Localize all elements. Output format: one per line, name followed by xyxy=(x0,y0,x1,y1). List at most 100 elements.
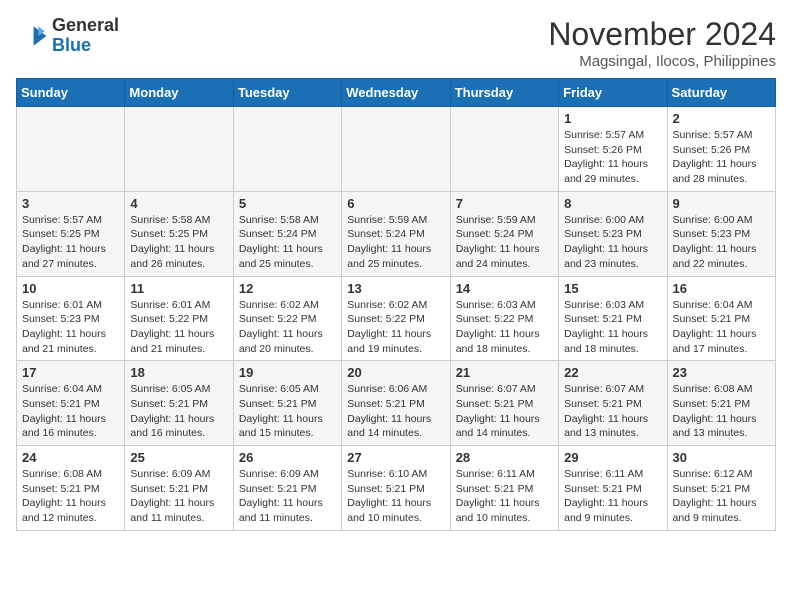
calendar-day: 16 Sunrise: 6:04 AM Sunset: 5:21 PM Dayli… xyxy=(667,276,775,361)
day-info: Sunrise: 6:11 AM Sunset: 5:21 PM Dayligh… xyxy=(456,467,553,526)
day-info: Sunrise: 5:59 AM Sunset: 5:24 PM Dayligh… xyxy=(347,213,444,272)
logo: General Blue xyxy=(16,16,119,56)
day-info: Sunrise: 5:59 AM Sunset: 5:24 PM Dayligh… xyxy=(456,213,553,272)
day-number: 15 xyxy=(564,281,661,296)
month-title: November 2024 xyxy=(548,16,776,53)
calendar-day: 29Sunrise: 6:11 AM Sunset: 5:21 PM Dayli… xyxy=(559,446,667,531)
day-info: Sunrise: 5:57 AM Sunset: 5:25 PM Dayligh… xyxy=(22,213,119,272)
calendar-day: 5 Sunrise: 5:58 AM Sunset: 5:24 PM Daylig… xyxy=(233,191,341,276)
day-info: Sunrise: 6:03 AM Sunset: 5:22 PM Dayligh… xyxy=(456,298,553,357)
day-info: Sunrise: 5:58 AM Sunset: 5:24 PM Dayligh… xyxy=(239,213,336,272)
day-info: Sunrise: 6:10 AM Sunset: 5:21 PM Dayligh… xyxy=(347,467,444,526)
weekday-header: Thursday xyxy=(450,79,558,107)
day-info: Sunrise: 6:09 AM Sunset: 5:21 PM Dayligh… xyxy=(130,467,227,526)
day-info: Sunrise: 6:05 AM Sunset: 5:21 PM Dayligh… xyxy=(239,382,336,441)
weekday-header: Friday xyxy=(559,79,667,107)
calendar-day xyxy=(233,107,341,192)
day-info: Sunrise: 6:06 AM Sunset: 5:21 PM Dayligh… xyxy=(347,382,444,441)
day-number: 21 xyxy=(456,365,553,380)
day-number: 22 xyxy=(564,365,661,380)
day-number: 27 xyxy=(347,450,444,465)
calendar-day xyxy=(450,107,558,192)
logo-general: General xyxy=(52,15,119,35)
calendar-day xyxy=(17,107,125,192)
calendar-day: 17 Sunrise: 6:04 AM Sunset: 5:21 PM Dayli… xyxy=(17,361,125,446)
day-number: 26 xyxy=(239,450,336,465)
day-info: Sunrise: 6:04 AM Sunset: 5:21 PM Dayligh… xyxy=(673,298,770,357)
weekday-header-row: SundayMondayTuesdayWednesdayThursdayFrid… xyxy=(17,79,776,107)
day-info: Sunrise: 6:01 AM Sunset: 5:22 PM Dayligh… xyxy=(130,298,227,357)
logo-icon xyxy=(16,20,48,52)
day-number: 25 xyxy=(130,450,227,465)
logo-blue: Blue xyxy=(52,35,91,55)
calendar-week-row: 3 Sunrise: 5:57 AM Sunset: 5:25 PM Daylig… xyxy=(17,191,776,276)
calendar-day: 21Sunrise: 6:07 AM Sunset: 5:21 PM Dayli… xyxy=(450,361,558,446)
page-header: General Blue November 2024 Magsingal, Il… xyxy=(16,16,776,70)
calendar-day: 26 Sunrise: 6:09 AM Sunset: 5:21 PM Dayli… xyxy=(233,446,341,531)
day-number: 13 xyxy=(347,281,444,296)
calendar-day: 1 Sunrise: 5:57 AM Sunset: 5:26 PM Daylig… xyxy=(559,107,667,192)
day-number: 14 xyxy=(456,281,553,296)
calendar-table: SundayMondayTuesdayWednesdayThursdayFrid… xyxy=(16,78,776,531)
day-info: Sunrise: 6:03 AM Sunset: 5:21 PM Dayligh… xyxy=(564,298,661,357)
location: Magsingal, Ilocos, Philippines xyxy=(548,53,776,70)
calendar-day: 3 Sunrise: 5:57 AM Sunset: 5:25 PM Daylig… xyxy=(17,191,125,276)
day-info: Sunrise: 6:08 AM Sunset: 5:21 PM Dayligh… xyxy=(22,467,119,526)
day-number: 2 xyxy=(673,111,770,126)
calendar-day: 22 Sunrise: 6:07 AM Sunset: 5:21 PM Dayli… xyxy=(559,361,667,446)
day-number: 4 xyxy=(130,196,227,211)
calendar-day: 10 Sunrise: 6:01 AM Sunset: 5:23 PM Dayli… xyxy=(17,276,125,361)
day-info: Sunrise: 6:02 AM Sunset: 5:22 PM Dayligh… xyxy=(347,298,444,357)
weekday-header: Tuesday xyxy=(233,79,341,107)
weekday-header: Wednesday xyxy=(342,79,450,107)
day-info: Sunrise: 6:02 AM Sunset: 5:22 PM Dayligh… xyxy=(239,298,336,357)
calendar-day: 11 Sunrise: 6:01 AM Sunset: 5:22 PM Dayli… xyxy=(125,276,233,361)
day-number: 20 xyxy=(347,365,444,380)
day-info: Sunrise: 6:12 AM Sunset: 5:21 PM Dayligh… xyxy=(673,467,770,526)
day-info: Sunrise: 6:09 AM Sunset: 5:21 PM Dayligh… xyxy=(239,467,336,526)
calendar-day: 12 Sunrise: 6:02 AM Sunset: 5:22 PM Dayli… xyxy=(233,276,341,361)
day-number: 16 xyxy=(673,281,770,296)
calendar-day: 7 Sunrise: 5:59 AM Sunset: 5:24 PM Daylig… xyxy=(450,191,558,276)
calendar-day: 15 Sunrise: 6:03 AM Sunset: 5:21 PM Dayli… xyxy=(559,276,667,361)
day-number: 5 xyxy=(239,196,336,211)
day-number: 28 xyxy=(456,450,553,465)
day-info: Sunrise: 6:04 AM Sunset: 5:21 PM Dayligh… xyxy=(22,382,119,441)
day-info: Sunrise: 6:00 AM Sunset: 5:23 PM Dayligh… xyxy=(673,213,770,272)
calendar-day: 19Sunrise: 6:05 AM Sunset: 5:21 PM Dayli… xyxy=(233,361,341,446)
day-number: 6 xyxy=(347,196,444,211)
day-number: 17 xyxy=(22,365,119,380)
day-info: Sunrise: 6:05 AM Sunset: 5:21 PM Dayligh… xyxy=(130,382,227,441)
day-info: Sunrise: 5:57 AM Sunset: 5:26 PM Dayligh… xyxy=(564,128,661,187)
day-info: Sunrise: 6:01 AM Sunset: 5:23 PM Dayligh… xyxy=(22,298,119,357)
calendar-day: 2 Sunrise: 5:57 AM Sunset: 5:26 PM Daylig… xyxy=(667,107,775,192)
day-number: 12 xyxy=(239,281,336,296)
title-block: November 2024 Magsingal, Ilocos, Philipp… xyxy=(548,16,776,70)
day-number: 11 xyxy=(130,281,227,296)
calendar-week-row: 24Sunrise: 6:08 AM Sunset: 5:21 PM Dayli… xyxy=(17,446,776,531)
weekday-header: Sunday xyxy=(17,79,125,107)
calendar-day: 20 Sunrise: 6:06 AM Sunset: 5:21 PM Dayli… xyxy=(342,361,450,446)
day-number: 23 xyxy=(673,365,770,380)
day-number: 18 xyxy=(130,365,227,380)
calendar-day: 24Sunrise: 6:08 AM Sunset: 5:21 PM Dayli… xyxy=(17,446,125,531)
calendar-day: 4Sunrise: 5:58 AM Sunset: 5:25 PM Daylig… xyxy=(125,191,233,276)
day-number: 1 xyxy=(564,111,661,126)
weekday-header: Monday xyxy=(125,79,233,107)
calendar-week-row: 10 Sunrise: 6:01 AM Sunset: 5:23 PM Dayli… xyxy=(17,276,776,361)
calendar-day xyxy=(125,107,233,192)
weekday-header: Saturday xyxy=(667,79,775,107)
day-info: Sunrise: 6:00 AM Sunset: 5:23 PM Dayligh… xyxy=(564,213,661,272)
calendar-day: 30Sunrise: 6:12 AM Sunset: 5:21 PM Dayli… xyxy=(667,446,775,531)
calendar-day: 23 Sunrise: 6:08 AM Sunset: 5:21 PM Dayli… xyxy=(667,361,775,446)
calendar-week-row: 1 Sunrise: 5:57 AM Sunset: 5:26 PM Daylig… xyxy=(17,107,776,192)
day-info: Sunrise: 5:57 AM Sunset: 5:26 PM Dayligh… xyxy=(673,128,770,187)
day-info: Sunrise: 6:08 AM Sunset: 5:21 PM Dayligh… xyxy=(673,382,770,441)
day-number: 3 xyxy=(22,196,119,211)
calendar-day: 27 Sunrise: 6:10 AM Sunset: 5:21 PM Dayli… xyxy=(342,446,450,531)
day-number: 10 xyxy=(22,281,119,296)
calendar-day: 25 Sunrise: 6:09 AM Sunset: 5:21 PM Dayli… xyxy=(125,446,233,531)
day-number: 29 xyxy=(564,450,661,465)
day-number: 7 xyxy=(456,196,553,211)
day-info: Sunrise: 6:07 AM Sunset: 5:21 PM Dayligh… xyxy=(564,382,661,441)
